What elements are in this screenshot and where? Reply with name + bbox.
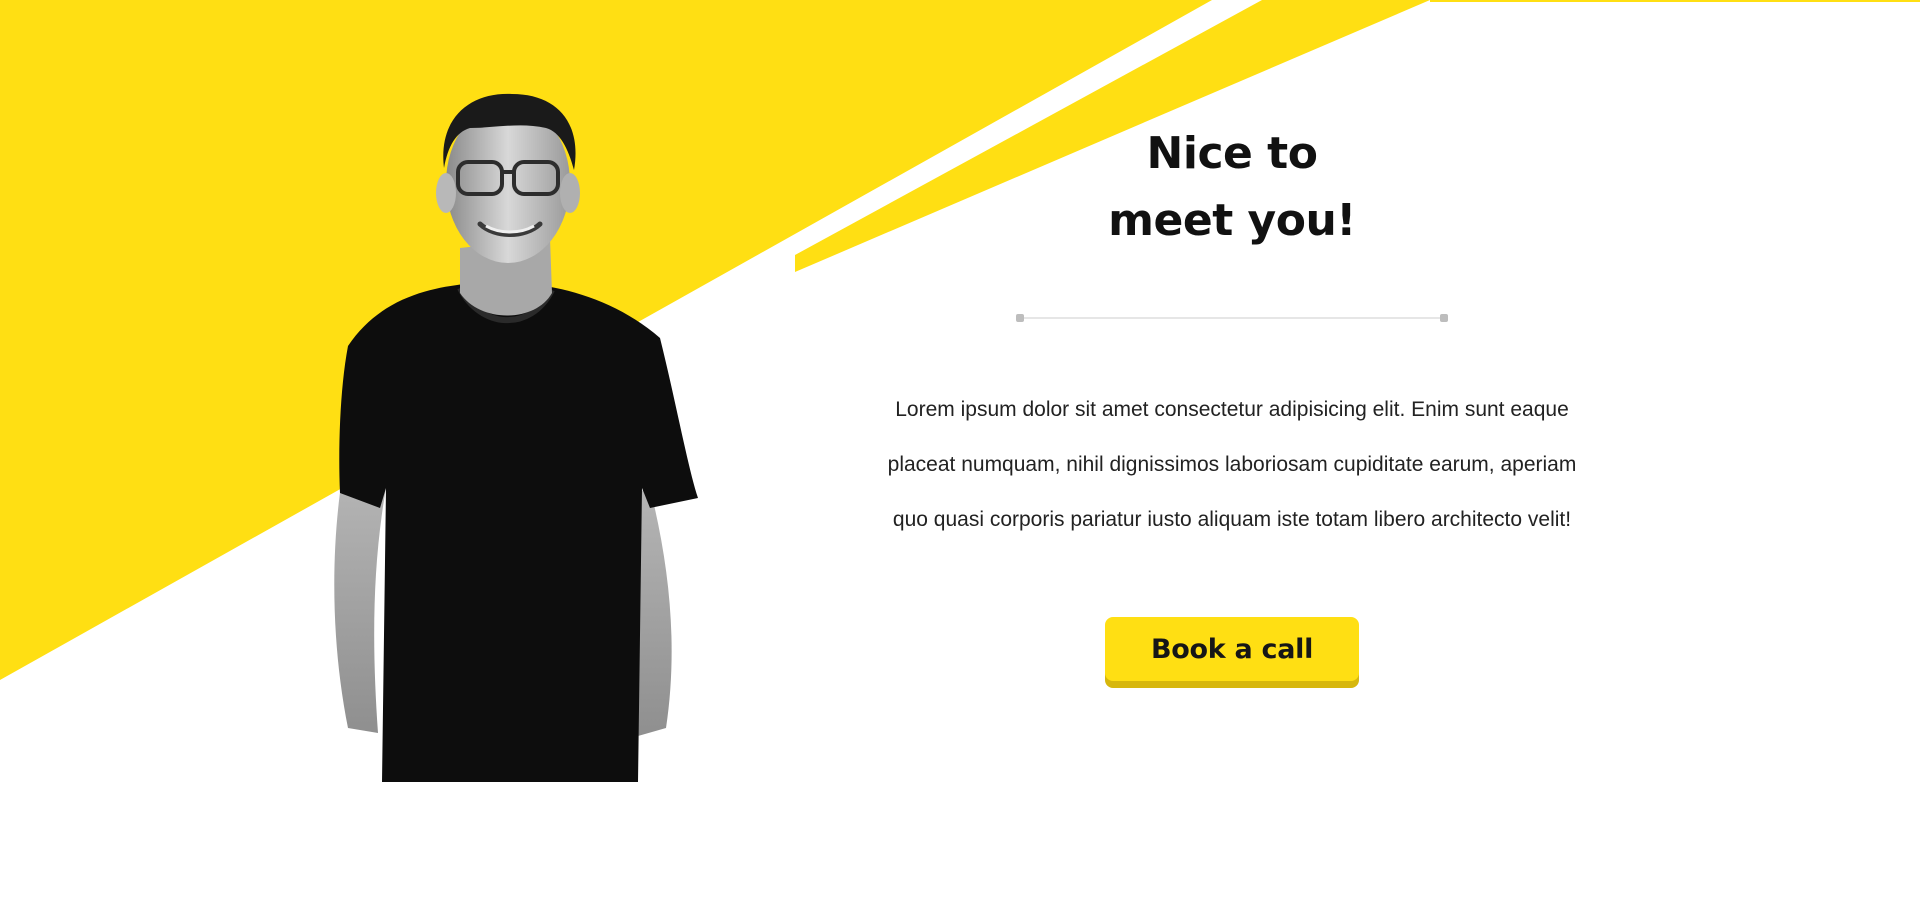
title-line-1: Nice to — [1146, 128, 1318, 179]
intro-content: Nice to meet you! Lorem ipsum dolor sit … — [860, 120, 1604, 681]
title-line-2: meet you! — [1108, 195, 1356, 246]
divider-line — [1020, 317, 1444, 319]
title-divider — [1016, 314, 1448, 322]
page-title: Nice to meet you! — [860, 120, 1604, 254]
book-a-call-button[interactable]: Book a call — [1105, 617, 1359, 681]
divider-dot-right — [1440, 314, 1448, 322]
portrait-photo — [334, 93, 698, 782]
about-section: Nice to meet you! Lorem ipsum dolor sit … — [0, 0, 1920, 900]
divider-dot-left — [1016, 314, 1024, 322]
intro-paragraph: Lorem ipsum dolor sit amet consectetur a… — [887, 398, 1577, 531]
